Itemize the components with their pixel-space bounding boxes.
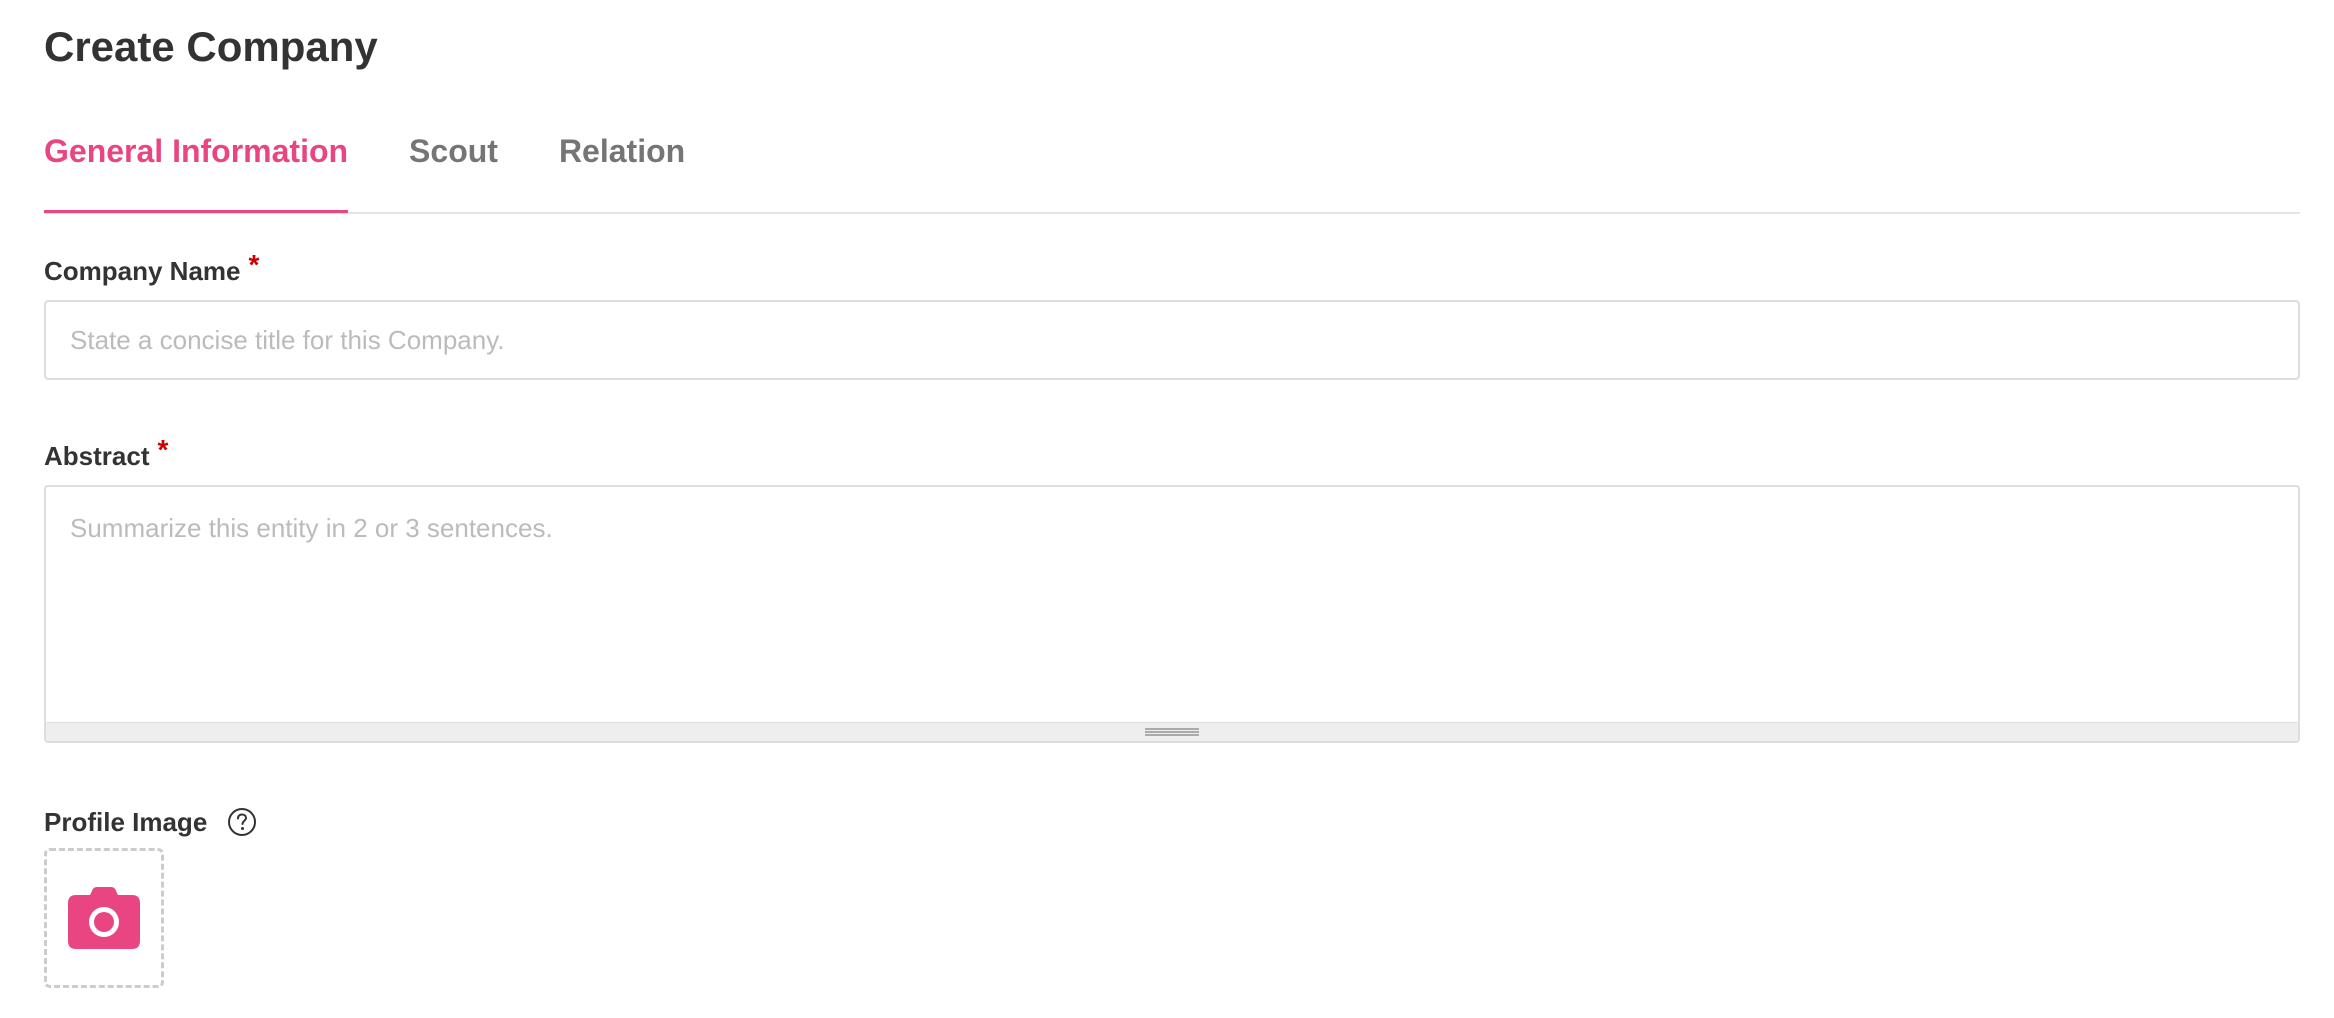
abstract-textarea[interactable] [46, 487, 2298, 725]
textarea-resize-handle[interactable] [46, 722, 2298, 741]
camera-icon [68, 887, 140, 949]
tab-relation[interactable]: Relation [559, 120, 685, 210]
required-marker: * [157, 434, 169, 465]
abstract-label-text: Abstract [44, 441, 150, 471]
grip-icon [1145, 728, 1199, 736]
profile-image-label-text: Profile Image [44, 807, 208, 837]
required-marker: * [248, 249, 260, 280]
profile-image-upload[interactable] [44, 848, 164, 988]
tab-bar: General Information Scout Relation [44, 120, 2300, 214]
profile-image-label: Profile Image [44, 806, 257, 838]
abstract-field [44, 485, 2300, 743]
company-name-input[interactable] [44, 300, 2300, 380]
tab-scout[interactable]: Scout [409, 120, 498, 210]
company-name-label-text: Company Name [44, 256, 241, 286]
page-title: Create Company [44, 23, 378, 70]
abstract-label: Abstract * [44, 434, 168, 472]
tab-general-information[interactable]: General Information [44, 120, 349, 213]
question-circle-icon[interactable] [227, 807, 257, 837]
company-name-label: Company Name * [44, 249, 259, 287]
